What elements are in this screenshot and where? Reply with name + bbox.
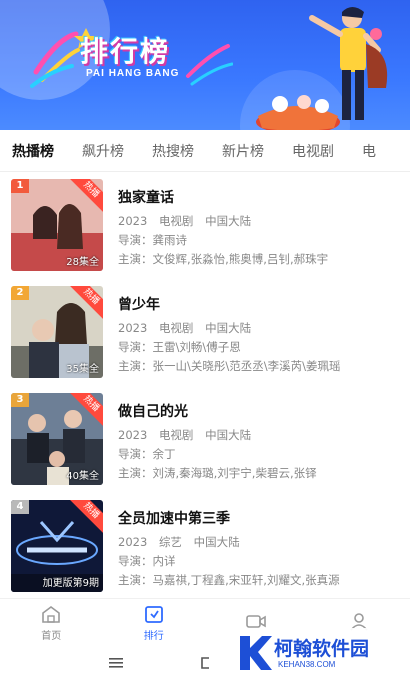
- list-item[interactable]: 2 热播 35集全 曾少年 2023 电视剧 中国大陆 导演：王雷\刘畅\傅子恩…: [0, 283, 410, 390]
- show-genre: 电视剧: [158, 321, 194, 335]
- show-region: 中国大陆: [205, 428, 252, 442]
- page-subtitle: PAI HANG BANG: [86, 68, 180, 79]
- watermark-url: KEHAN38.COM: [278, 660, 336, 669]
- ranking-logo: 排行榜 PAI HANG BANG: [28, 24, 233, 94]
- list-item[interactable]: 4 热播 加更版第9期 全员加速中第三季 2023 综艺 中国大陆 导演：内详 …: [0, 497, 410, 604]
- watermark-text: 柯翰软件园: [274, 638, 370, 660]
- banner-illustration-icon: [256, 7, 388, 130]
- rank-badge: 3: [11, 393, 29, 407]
- episode-count: 加更版第9期: [42, 578, 99, 589]
- show-director: 导演：龚雨诗: [118, 233, 187, 247]
- show-title[interactable]: 曾少年: [118, 294, 403, 314]
- show-title[interactable]: 独家童话: [118, 187, 403, 207]
- rank-badge: 4: [11, 500, 29, 514]
- ranking-list: 1 热播 28集全 独家童话 2023 电视剧 中国大陆 导演：龚雨诗 主演：文…: [0, 176, 410, 604]
- show-director: 导演：王雷\刘畅\傅子恩: [118, 340, 241, 354]
- nav-home-label: 首页: [41, 630, 62, 642]
- episode-count: 40集全: [66, 471, 99, 482]
- poster-image[interactable]: 3 热播 40集全: [11, 393, 103, 485]
- episode-count: 35集全: [66, 364, 99, 375]
- show-genre: 电视剧: [158, 214, 194, 228]
- list-item[interactable]: 1 热播 28集全 独家童话 2023 电视剧 中国大陆 导演：龚雨诗 主演：文…: [0, 176, 410, 283]
- nav-home[interactable]: 首页: [0, 599, 103, 646]
- list-item[interactable]: 3 热播 40集全 做自己的光 2023 电视剧 中国大陆 导演：余丁 主演：刘…: [0, 390, 410, 497]
- menu-icon[interactable]: [108, 657, 124, 669]
- rank-badge: 2: [11, 286, 29, 300]
- ranking-icon: [144, 605, 163, 623]
- poster-image[interactable]: 4 热播 加更版第9期: [11, 500, 103, 592]
- show-region: 中国大陆: [205, 214, 252, 228]
- episode-count: 28集全: [66, 257, 99, 268]
- ranking-tabs: 热播榜 飙升榜 热搜榜 新片榜 电视剧 电: [0, 130, 410, 172]
- home-icon: [42, 605, 61, 623]
- watermark-logo: 柯翰软件园 KEHAN38.COM: [232, 628, 402, 678]
- back-icon[interactable]: [198, 656, 212, 670]
- watermark-k-icon: [240, 636, 272, 670]
- show-genre: 电视剧: [158, 428, 194, 442]
- poster-image[interactable]: 2 热播 35集全: [11, 286, 103, 378]
- tab-rising[interactable]: 飙升榜: [82, 141, 124, 161]
- tab-tv-series[interactable]: 电视剧: [292, 141, 334, 161]
- page-title: 排行榜: [80, 35, 171, 68]
- show-meta: 2023 电视剧 中国大陆: [118, 213, 403, 232]
- show-director: 导演：余丁: [118, 447, 176, 461]
- rank-badge: 1: [11, 179, 29, 193]
- ranking-banner: 排行榜 PAI HANG BANG: [0, 0, 410, 130]
- show-year: 2023: [118, 214, 148, 228]
- tab-new-release[interactable]: 新片榜: [222, 141, 264, 161]
- nav-ranking[interactable]: 排行: [103, 599, 206, 646]
- show-meta: 2023 综艺 中国大陆: [118, 534, 403, 553]
- show-title[interactable]: 做自己的光: [118, 401, 403, 421]
- nav-ranking-label: 排行: [143, 630, 164, 642]
- show-director: 导演：内详: [118, 554, 176, 568]
- tab-hot-search[interactable]: 热搜榜: [152, 141, 194, 161]
- show-year: 2023: [118, 321, 148, 335]
- show-year: 2023: [118, 428, 148, 442]
- show-cast: 主演：张一山\关晓彤\范丞丞\李溪芮\姜珮瑶: [118, 359, 341, 373]
- poster-image[interactable]: 1 热播 28集全: [11, 179, 103, 271]
- show-meta: 2023 电视剧 中国大陆: [118, 427, 403, 446]
- show-region: 中国大陆: [205, 321, 252, 335]
- show-cast: 主演：刘涛,秦海璐,刘宇宁,柴碧云,张铎: [118, 466, 317, 480]
- show-year: 2023: [118, 535, 148, 549]
- show-title[interactable]: 全员加速中第三季: [118, 508, 403, 528]
- show-region: 中国大陆: [193, 535, 240, 549]
- show-genre: 综艺: [158, 535, 182, 549]
- show-meta: 2023 电视剧 中国大陆: [118, 320, 403, 339]
- show-cast: 主演：文俊辉,张淼怡,熊奥博,吕钊,郝珠宇: [118, 252, 329, 266]
- tab-hot-play[interactable]: 热播榜: [12, 141, 54, 161]
- show-cast: 主演：马嘉祺,丁程鑫,宋亚轩,刘耀文,张真源: [118, 573, 340, 587]
- tab-more[interactable]: 电: [362, 141, 376, 161]
